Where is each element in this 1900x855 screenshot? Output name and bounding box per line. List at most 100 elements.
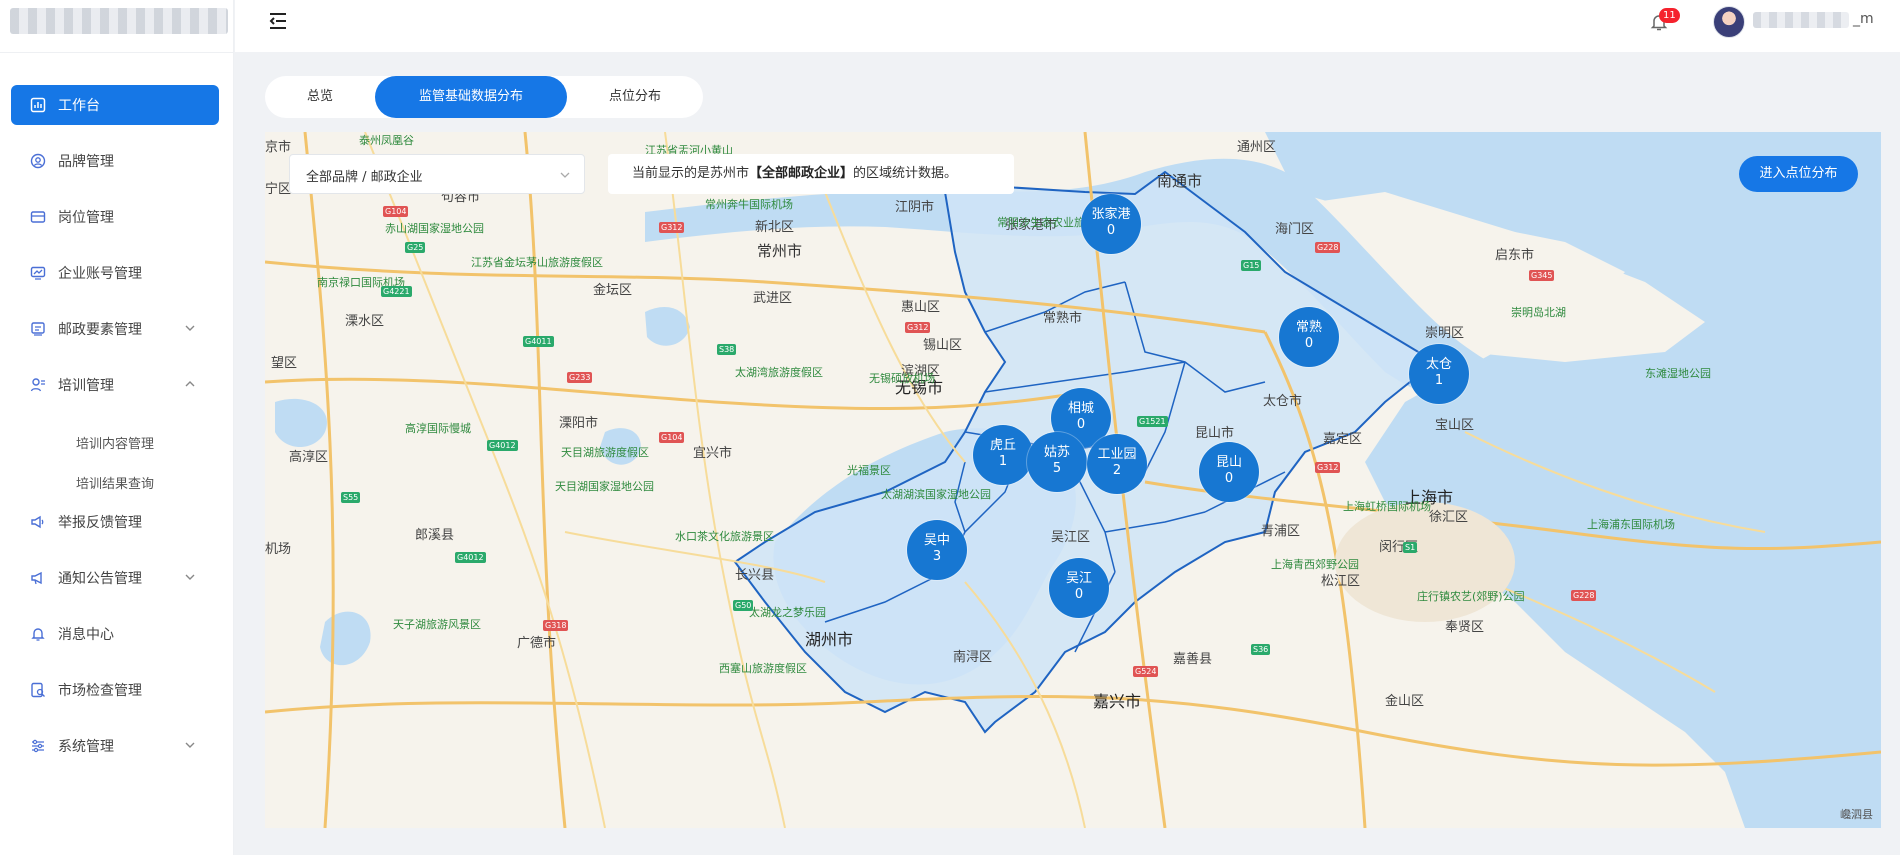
sidebar-item-label: 岗位管理 xyxy=(58,210,114,226)
brand-filter-select[interactable]: 全部品牌 / 邮政企业 xyxy=(289,154,585,194)
chevron-down-icon xyxy=(185,325,195,331)
inspection-icon xyxy=(29,681,47,699)
park-label: 太湖湾旅游度假区 xyxy=(735,366,823,379)
notice-prefix: 当前显示的是苏州市 xyxy=(632,166,750,181)
sidebar-item-postal[interactable]: 邮政要素管理 xyxy=(11,309,219,349)
notice-suffix: 的区域统计数据。 xyxy=(853,166,958,181)
district-count: 1 xyxy=(998,454,1008,469)
district-name: 常熟 xyxy=(1295,320,1322,335)
road-shield: G233 xyxy=(567,372,593,383)
park-label: 水口茶文化旅游景区 xyxy=(675,530,774,543)
road-shield: S36 xyxy=(1251,644,1271,655)
road-shield: G318 xyxy=(543,620,569,631)
map-label: 惠山区 xyxy=(901,300,941,315)
map-label: 启东市 xyxy=(1495,248,1535,263)
map-label: 江阴市 xyxy=(895,200,935,215)
avatar[interactable] xyxy=(1713,6,1745,38)
road-shield: S38 xyxy=(717,344,737,355)
map-label: 溧阳市 xyxy=(559,416,599,431)
top-bar: 11 _m xyxy=(235,0,1900,52)
district-name: 昆山 xyxy=(1215,455,1242,470)
chevron-down-icon xyxy=(185,574,195,580)
district-bubble-taicang[interactable]: 太仓 1 xyxy=(1409,344,1469,404)
road-shield: S1 xyxy=(1403,542,1418,553)
district-name: 吴江 xyxy=(1065,571,1092,586)
park-label: 西塞山旅游度假区 xyxy=(719,662,807,675)
account-icon xyxy=(29,264,47,282)
tab-overview[interactable]: 总览 xyxy=(265,76,375,118)
chevron-up-icon xyxy=(185,381,195,387)
sidebar-item-label: 市场检查管理 xyxy=(58,683,142,699)
district-bubble-wujiang[interactable]: 吴江 0 xyxy=(1049,558,1109,618)
district-count: 5 xyxy=(1052,461,1062,476)
map-label: 长兴县 xyxy=(735,568,775,583)
map-label: 徐汇区 xyxy=(1429,510,1469,525)
chevron-down-icon xyxy=(185,742,195,748)
district-bubble-kunshan[interactable]: 昆山 0 xyxy=(1199,442,1259,502)
chevron-down-icon xyxy=(560,172,570,178)
park-label: 赤山湖国家湿地公园 xyxy=(385,222,484,235)
sidebar-item-announcement[interactable]: 通知公告管理 xyxy=(11,558,219,598)
district-bubble-zhangjiagang[interactable]: 张家港 0 xyxy=(1081,194,1141,254)
tab-point-distribution[interactable]: 点位分布 xyxy=(567,76,703,118)
map-label: 海门区 xyxy=(1275,222,1315,237)
district-bubble-wuzhong[interactable]: 吴中 3 xyxy=(907,520,967,580)
map-label: 嘉兴市 xyxy=(1093,692,1142,711)
sidebar-item-system[interactable]: 系统管理 xyxy=(11,726,219,766)
settings-icon xyxy=(29,737,47,755)
enter-point-distribution-button[interactable]: 进入点位分布 xyxy=(1739,156,1858,192)
district-bubble-huqiu[interactable]: 虎丘 1 xyxy=(973,425,1033,485)
sidebar-item-account[interactable]: 企业账号管理 xyxy=(11,253,219,293)
park-label: 无锡硕放机场 xyxy=(869,372,935,385)
road-shield: G25 xyxy=(405,242,426,253)
map-label: 吴江区 xyxy=(1051,530,1091,545)
road-shield: G4012 xyxy=(487,440,518,451)
park-label: 太湖湖滨国家湿地公园 xyxy=(881,488,991,501)
username-redacted xyxy=(1753,12,1849,28)
tab-regulatory-data[interactable]: 监管基础数据分布 xyxy=(375,76,567,118)
report-icon xyxy=(29,513,47,531)
map-label: 南通市 xyxy=(1157,172,1203,190)
sidebar-item-inspection[interactable]: 市场检查管理 xyxy=(11,670,219,710)
district-bubble-changshu[interactable]: 常熟 0 xyxy=(1279,307,1339,367)
divider xyxy=(0,52,234,53)
sidebar-item-brand[interactable]: 品牌管理 xyxy=(11,141,219,181)
district-name: 工业园 xyxy=(1097,447,1137,462)
notification-badge: 11 xyxy=(1659,8,1680,23)
sidebar-item-label: 举报反馈管理 xyxy=(58,515,142,531)
username[interactable]: _m xyxy=(1853,11,1874,27)
sidebar-item-training[interactable]: 培训管理 xyxy=(11,365,219,405)
map-label: 松江区 xyxy=(1321,574,1361,589)
sidebar-item-label: 培训管理 xyxy=(58,378,114,394)
map-view[interactable]: 南通市 通州区 海门区 启东市 崇明区 常州市 新北区 江阴市 张家港市 常熟市… xyxy=(265,132,1881,828)
district-bubble-gusu[interactable]: 姑苏 5 xyxy=(1027,432,1087,492)
tab-bar: 总览 监管基础数据分布 点位分布 xyxy=(265,76,703,118)
map-label: 青浦区 xyxy=(1261,524,1301,539)
road-shield: G312 xyxy=(659,222,685,233)
road-shield: G524 xyxy=(1133,666,1159,677)
menu-collapse-icon[interactable] xyxy=(267,10,289,32)
map-label: 昆山市 xyxy=(1195,426,1235,441)
map-label: 常州市 xyxy=(757,242,803,260)
sidebar-item-messages[interactable]: 消息中心 xyxy=(11,614,219,654)
map-label: 新北区 xyxy=(755,220,795,235)
sidebar-item-workbench[interactable]: 工作台 xyxy=(11,85,219,125)
road-shield: G228 xyxy=(1571,590,1597,601)
sidebar-item-report[interactable]: 举报反馈管理 xyxy=(11,502,219,542)
sidebar: 工作台 品牌管理 岗位管理 企业账号管理 邮政要素管理 培训管理 培训内容管理 … xyxy=(0,0,234,855)
map-label: 广德市 xyxy=(517,636,557,651)
map-attribution: 巉泗县 xyxy=(1840,808,1873,821)
sidebar-subitem-training-result[interactable]: 培训结果查询 xyxy=(76,473,154,492)
region-notice: 当前显示的是苏州市【全部邮政企业】的区域统计数据。 xyxy=(608,154,1014,194)
sidebar-item-position[interactable]: 岗位管理 xyxy=(11,197,219,237)
position-icon xyxy=(29,208,47,226)
sidebar-subitem-training-content[interactable]: 培训内容管理 xyxy=(76,433,154,452)
district-bubble-industrial-park[interactable]: 工业园 2 xyxy=(1087,434,1147,494)
park-label: 高淳国际慢城 xyxy=(405,422,471,435)
road-shield: G4012 xyxy=(455,552,486,563)
district-name: 姑苏 xyxy=(1043,445,1070,460)
road-shield: S55 xyxy=(341,492,361,503)
park-label: 上海虹桥国际机场 xyxy=(1343,500,1431,513)
road-shield: G4221 xyxy=(381,286,412,297)
map-label: 望区 xyxy=(271,356,298,371)
